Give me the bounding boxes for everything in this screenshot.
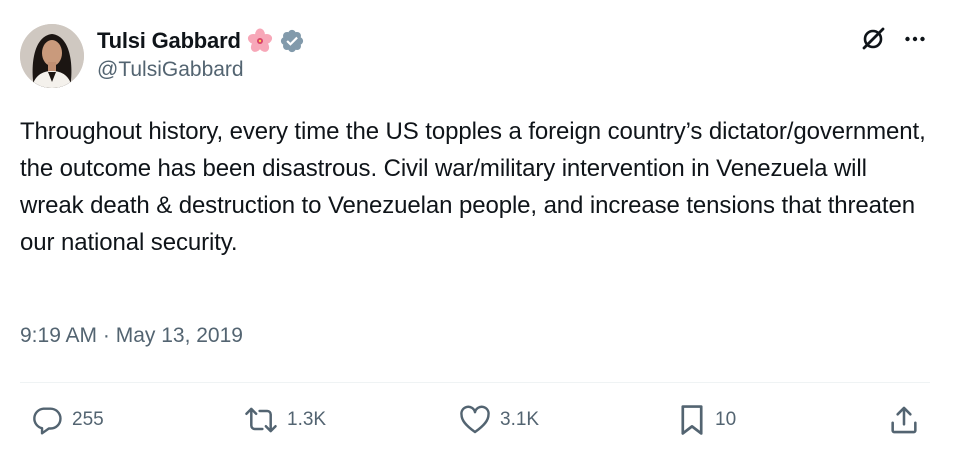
repost-count: 1.3K [287, 409, 327, 430]
bookmark-button[interactable]: 10 [677, 400, 736, 440]
author-handle[interactable]: @TulsiGabbard [97, 58, 244, 82]
post-timestamp[interactable]: 9:19 AM · May 13, 2019 [20, 324, 243, 348]
like-count: 3.1K [500, 409, 540, 430]
author-display-name[interactable]: Tulsi Gabbard [97, 28, 241, 54]
action-bar: 255 1.3K 3.1K 10 [0, 400, 956, 440]
share-icon [887, 403, 921, 437]
share-button[interactable] [887, 400, 921, 440]
bookmark-count: 10 [715, 409, 737, 430]
repost-icon [243, 403, 279, 437]
repost-button[interactable]: 1.3K [243, 400, 326, 440]
heart-icon [458, 403, 492, 437]
author-name-row: Tulsi Gabbard [97, 26, 305, 56]
post-text: Throughout history, every time the US to… [20, 118, 933, 256]
avatar[interactable] [20, 24, 84, 88]
tweet-card: Tulsi Gabbard @TulsiGabbard Throughout h… [0, 0, 956, 452]
header-actions [860, 26, 926, 57]
grok-icon[interactable] [860, 26, 886, 57]
verified-badge-icon[interactable] [279, 28, 305, 54]
bookmark-icon [677, 403, 707, 437]
reply-button[interactable]: 255 [30, 400, 104, 440]
like-button[interactable]: 3.1K [458, 400, 539, 440]
reply-count: 255 [72, 409, 104, 430]
reply-icon [30, 403, 64, 437]
divider [20, 382, 930, 383]
hibiscus-flower-icon [247, 28, 273, 54]
more-icon[interactable] [904, 28, 926, 55]
